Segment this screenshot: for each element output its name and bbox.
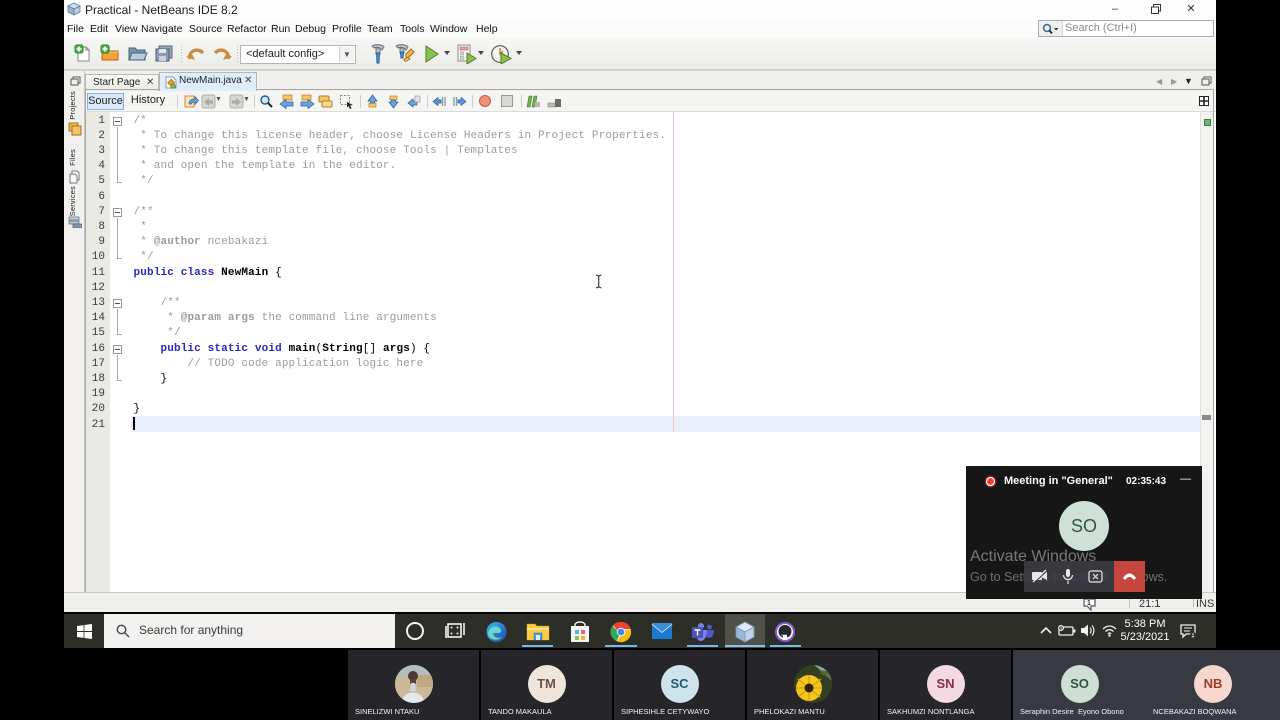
svg-text:1: 1	[1087, 600, 1091, 607]
